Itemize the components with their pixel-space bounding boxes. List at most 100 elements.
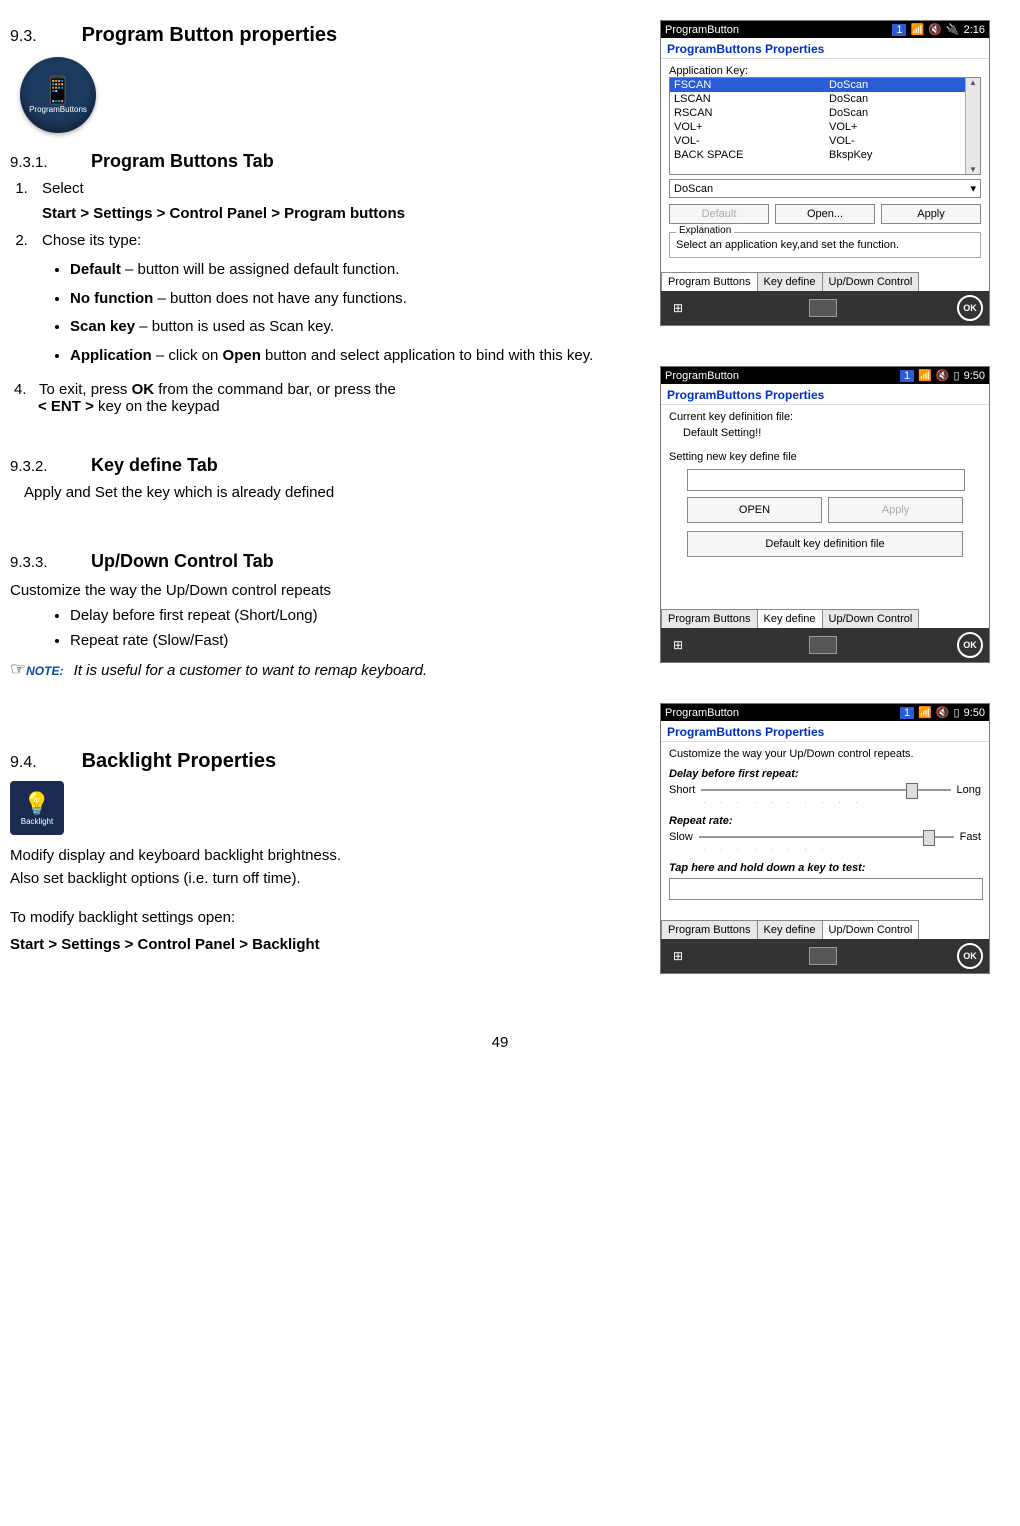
label-current-file: Current key definition file:: [669, 411, 981, 423]
screenshot-program-buttons: ProgramButton 1 📶 🔇 🔌 2:16 ProgramButton…: [660, 20, 990, 326]
device-icon: 📱: [42, 77, 74, 103]
explanation-text: Select an application key,and set the fu…: [676, 239, 899, 251]
application-key-list[interactable]: FSCANDoScanLSCANDoScanRSCANDoScanVOL+VOL…: [669, 77, 981, 175]
function-combo[interactable]: DoScan ▾: [669, 179, 981, 198]
open-button[interactable]: OPEN: [687, 497, 822, 523]
heading-num: 9.3.: [10, 28, 56, 46]
list-row[interactable]: VOL-VOL-: [670, 134, 980, 148]
open-button[interactable]: Open...: [775, 204, 875, 224]
battery-icon: 🔌: [946, 23, 960, 36]
heading-title: Backlight Properties: [82, 750, 277, 772]
tab[interactable]: Key define: [757, 272, 823, 291]
list-row[interactable]: VOL+VOL+: [670, 120, 980, 134]
keyboard-icon[interactable]: [809, 299, 837, 317]
delay-slider[interactable]: Short Long: [669, 784, 981, 796]
program-buttons-icon: 📱 ProgramButtons: [20, 57, 96, 133]
default-file-button[interactable]: Default key definition file: [687, 531, 963, 557]
icon-label: ProgramButtons: [29, 105, 87, 114]
screenshot-key-define: ProgramButton 1 📶 🔇 ▯ 9:50 ProgramButton…: [660, 366, 990, 663]
volume-icon: 🔇: [936, 706, 950, 719]
clock: 9:50: [964, 707, 985, 719]
default-button[interactable]: Default: [669, 204, 769, 224]
app-title: ProgramButton: [665, 370, 739, 382]
note-label: NOTE:: [26, 664, 63, 678]
heading-num: 9.3.3.: [10, 554, 62, 571]
ok-button[interactable]: OK: [957, 632, 983, 658]
slider-ticks: · · · · · · · ·: [703, 845, 981, 854]
label-application-key: Application Key:: [669, 65, 981, 77]
repeat-slider[interactable]: Slow Fast: [669, 831, 981, 843]
heading-title: Program Button properties: [82, 24, 338, 46]
command-bar: ⊞ OK: [661, 628, 989, 662]
label-delay: Delay before first repeat:: [669, 768, 981, 780]
clock: 2:16: [964, 24, 985, 36]
ok-button[interactable]: OK: [957, 295, 983, 321]
tab[interactable]: Up/Down Control: [822, 609, 920, 628]
file-input[interactable]: [687, 469, 965, 491]
heading-title: Up/Down Control Tab: [91, 551, 274, 571]
backlight-icon: 💡 Backlight: [10, 781, 64, 835]
heading-num: 9.3.2.: [10, 458, 62, 475]
group-legend: Explanation: [676, 225, 734, 236]
window-header: ProgramButtons Properties: [661, 38, 989, 59]
explanation-group: Explanation Select an application key,an…: [669, 232, 981, 258]
current-file-value: Default Setting!!: [683, 427, 981, 439]
note-text: It is useful for a customer to want to r…: [74, 662, 428, 679]
label-repeat: Repeat rate:: [669, 815, 981, 827]
heading-title: Key define Tab: [91, 455, 218, 475]
note: ☞NOTE: It is useful for a customer to wa…: [10, 659, 640, 680]
start-icon[interactable]: ⊞: [667, 636, 689, 654]
volume-icon: 🔇: [936, 369, 950, 382]
app-title: ProgramButton: [665, 707, 739, 719]
heading-num: 9.4.: [10, 754, 56, 772]
backlight-path: Start > Settings > Control Panel > Backl…: [10, 934, 640, 955]
status-icon: 1: [900, 370, 914, 382]
titlebar: ProgramButton 1 📶 🔇 ▯ 9:50: [661, 704, 989, 721]
icon-label: Backlight: [21, 817, 53, 826]
tab[interactable]: Program Buttons: [661, 920, 758, 939]
tab[interactable]: Program Buttons: [661, 272, 758, 291]
signal-icon: 📶: [918, 706, 932, 719]
screenshot-up-down-control: ProgramButton 1 📶 🔇 ▯ 9:50 ProgramButton…: [660, 703, 990, 974]
clock: 9:50: [964, 370, 985, 382]
start-icon[interactable]: ⊞: [667, 947, 689, 965]
test-input[interactable]: [669, 878, 983, 900]
list-row[interactable]: RSCANDoScan: [670, 106, 980, 120]
tab[interactable]: Key define: [757, 920, 823, 939]
nav-path: Start > Settings > Control Panel > Progr…: [42, 205, 640, 222]
apply-button[interactable]: Apply: [828, 497, 963, 523]
heading-9-3: 9.3. Program Button properties: [10, 24, 640, 47]
battery-icon: ▯: [954, 369, 960, 382]
tab[interactable]: Key define: [757, 609, 823, 628]
command-bar: ⊞ OK: [661, 939, 989, 973]
lightbulb-icon: 💡: [23, 791, 50, 817]
scrollbar[interactable]: ▲▼: [965, 78, 980, 174]
heading-9-3-3: 9.3.3. Up/Down Control Tab: [10, 551, 640, 572]
heading-9-4: 9.4. Backlight Properties: [10, 750, 640, 773]
heading-title: Program Buttons Tab: [91, 151, 274, 171]
list-row[interactable]: LSCANDoScan: [670, 92, 980, 106]
pointing-hand-icon: ☞: [10, 659, 26, 679]
list-row[interactable]: BACK SPACEBkspKey: [670, 148, 980, 162]
intro-text: Customize the way your Up/Down control r…: [669, 748, 981, 760]
list-row[interactable]: FSCANDoScan: [670, 78, 980, 92]
titlebar: ProgramButton 1 📶 🔇 🔌 2:16: [661, 21, 989, 38]
tab-strip: Program ButtonsKey defineUp/Down Control: [661, 609, 989, 628]
bullet-default: Default – button will be assigned defaul…: [70, 259, 640, 282]
tab[interactable]: Up/Down Control: [822, 920, 920, 939]
page-number: 49: [10, 1034, 990, 1051]
step-1: Select Start > Settings > Control Panel …: [32, 180, 640, 222]
tab[interactable]: Program Buttons: [661, 609, 758, 628]
bullet-scan-key: Scan key – button is used as Scan key.: [70, 316, 640, 339]
tab-strip: Program ButtonsKey defineUp/Down Control: [661, 920, 989, 939]
tab[interactable]: Up/Down Control: [822, 272, 920, 291]
keyboard-icon[interactable]: [809, 947, 837, 965]
label-new-file: Setting new key define file: [669, 451, 981, 463]
bullet-no-function: No function – button does not have any f…: [70, 288, 640, 311]
ok-button[interactable]: OK: [957, 943, 983, 969]
key-define-text: Apply and Set the key which is already d…: [24, 484, 640, 501]
start-icon[interactable]: ⊞: [667, 299, 689, 317]
keyboard-icon[interactable]: [809, 636, 837, 654]
apply-button[interactable]: Apply: [881, 204, 981, 224]
step-4: 4. To exit, press OK from the command ba…: [14, 381, 640, 415]
